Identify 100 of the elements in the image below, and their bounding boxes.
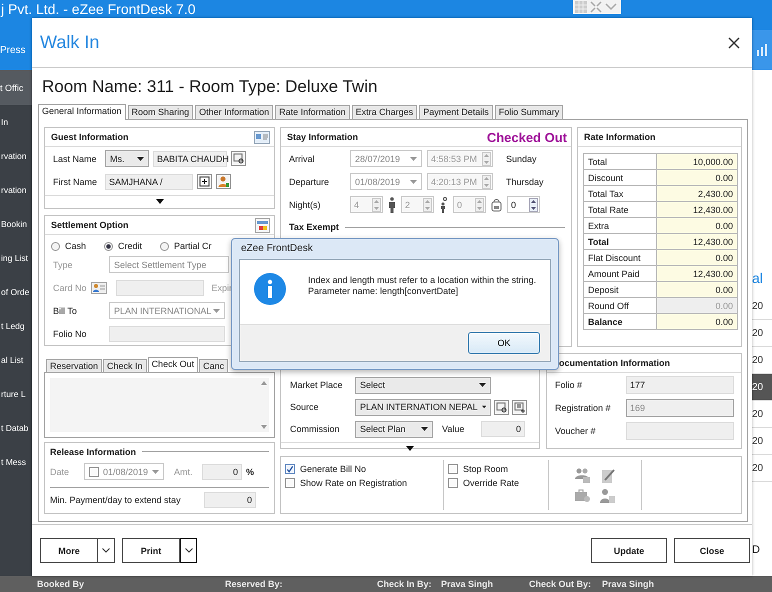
sidebar-item[interactable]: rture L	[1, 377, 32, 411]
group-icon[interactable]	[574, 466, 591, 484]
dropdown-button[interactable]	[98, 538, 115, 563]
field-label: Source	[290, 402, 320, 412]
action-button[interactable]: Close	[674, 538, 750, 563]
input-field[interactable]	[109, 326, 225, 342]
cards-icon[interactable]	[255, 218, 270, 233]
field-label: Card No	[53, 282, 87, 293]
radio-button[interactable]	[160, 242, 170, 251]
spin-icon[interactable]	[529, 198, 538, 212]
list-row[interactable]: 20	[752, 374, 772, 401]
sidebar-item[interactable]: al List	[1, 343, 32, 377]
section-header[interactable]: t Offic	[0, 70, 32, 105]
section-title: Tax Exempt	[289, 222, 339, 232]
checkbox[interactable]	[448, 464, 458, 474]
tab[interactable]: Folio Summary	[494, 105, 564, 119]
checkbox-option[interactable]: Override Rate	[448, 478, 548, 488]
expand-icon[interactable]	[156, 198, 164, 204]
chart-icon[interactable]	[756, 43, 768, 57]
checkbox[interactable]	[285, 478, 295, 488]
action-button[interactable]: Update	[591, 538, 667, 563]
sidebar-item[interactable]: t Mess	[1, 445, 32, 479]
option-label: Stop Room	[463, 464, 508, 474]
sidebar-item[interactable]: of Orde	[1, 275, 32, 309]
tab[interactable]: Check Out	[148, 357, 198, 372]
input-field[interactable]: BABITA CHAUDH	[153, 150, 227, 166]
sidebar-item[interactable]: Bookin	[1, 207, 32, 241]
checkbox-option[interactable]: Generate Bill No	[285, 464, 443, 474]
checkbox[interactable]	[89, 466, 99, 477]
scrollbar[interactable]	[259, 378, 269, 432]
date-picker[interactable]: 01/08/2019	[84, 463, 164, 480]
input-field[interactable]: 0	[202, 464, 242, 480]
salutation-dropdown[interactable]: Ms.	[105, 150, 149, 167]
list-add-icon[interactable]	[512, 400, 527, 414]
tab[interactable]: Room Sharing	[128, 105, 194, 119]
date-picker[interactable]: 28/07/2019	[350, 150, 422, 167]
input-field[interactable]	[116, 280, 204, 296]
user-document-icon[interactable]	[599, 486, 616, 504]
checkbox-option[interactable]: Stop Room	[448, 464, 548, 474]
tab[interactable]: Extra Charges	[352, 105, 418, 119]
collapse-icon[interactable]	[590, 0, 602, 12]
source-dropdown[interactable]: PLAN INTERNATION NEPAL	[355, 398, 491, 416]
sidebar-item[interactable]: In	[1, 105, 32, 139]
checkbox[interactable]	[285, 464, 295, 474]
tab[interactable]: Reservation	[46, 359, 102, 372]
grid-icon[interactable]	[574, 0, 587, 12]
briefcase-icon[interactable]	[574, 486, 591, 504]
market-dropdown[interactable]: Select	[355, 376, 491, 394]
checkbox-option[interactable]: Show Rate on Registration	[285, 478, 443, 488]
input-field[interactable]: 0	[481, 421, 525, 437]
commission-dropdown[interactable]: Select Plan	[355, 420, 433, 438]
edit-icon[interactable]	[599, 466, 616, 484]
table-cell: 0.00	[656, 298, 738, 314]
sidebar-item[interactable]: rvation	[1, 173, 32, 207]
plus-icon[interactable]	[197, 174, 212, 189]
menu-button[interactable]: Print	[122, 538, 180, 563]
field-label: Value	[442, 424, 466, 434]
radio-button[interactable]	[51, 242, 60, 251]
radio-option[interactable]: Partial Cr	[160, 241, 212, 252]
table-cell: Flat Discount	[584, 250, 656, 266]
sidebar-item[interactable]: ing List	[1, 241, 32, 275]
menu-button[interactable]: More	[40, 538, 98, 563]
sidebar-item[interactable]: rvation	[1, 139, 32, 173]
search-icon[interactable]	[494, 400, 509, 414]
date-picker[interactable]: 01/08/2019	[350, 173, 422, 190]
input-field[interactable]	[626, 422, 734, 440]
scroll-down-icon[interactable]	[261, 424, 267, 429]
caret-icon	[479, 383, 486, 387]
caret-icon	[410, 156, 417, 160]
tab[interactable]: Payment Details	[419, 105, 493, 119]
expand-icon[interactable]	[406, 446, 414, 450]
checkbox[interactable]	[448, 478, 458, 488]
ok-button[interactable]: OK	[468, 332, 540, 354]
section-title: Release Information	[50, 446, 136, 457]
tab[interactable]: Other Information	[195, 105, 274, 119]
table-cell: Total Rate	[584, 202, 656, 218]
caret-icon	[482, 405, 486, 409]
tab[interactable]: Check In	[103, 359, 147, 372]
search-icon[interactable]	[231, 151, 246, 166]
radio-option[interactable]: Credit	[104, 241, 142, 252]
id-card-icon[interactable]	[254, 130, 270, 144]
close-icon[interactable]	[728, 36, 740, 48]
sidebar-item[interactable]: t Datab	[1, 411, 32, 445]
tab[interactable]: Canc	[199, 359, 228, 372]
card-icon[interactable]	[90, 282, 107, 294]
scroll-up-icon[interactable]	[261, 381, 267, 386]
sidebar-item[interactable]: t Ledg	[1, 309, 32, 343]
extra-field[interactable]: 0	[507, 196, 540, 213]
tab[interactable]: General Information	[38, 104, 126, 120]
bill-to-dropdown[interactable]: PLAN INTERNATIONAL	[109, 302, 225, 320]
type-dropdown[interactable]: Select Settlement Type	[109, 256, 229, 274]
input-field[interactable]: 0	[204, 492, 256, 508]
dropdown-button[interactable]	[180, 538, 197, 563]
tab[interactable]: Rate Information	[275, 105, 350, 119]
field-label: Min. Payment/day to extend stay	[50, 494, 182, 505]
chevron-icon[interactable]	[604, 0, 617, 12]
input-field[interactable]: 177	[626, 376, 734, 394]
input-field[interactable]: SAMJHANA /	[105, 174, 193, 190]
radio-button[interactable]	[104, 242, 114, 251]
radio-option[interactable]: Cash	[51, 241, 86, 252]
